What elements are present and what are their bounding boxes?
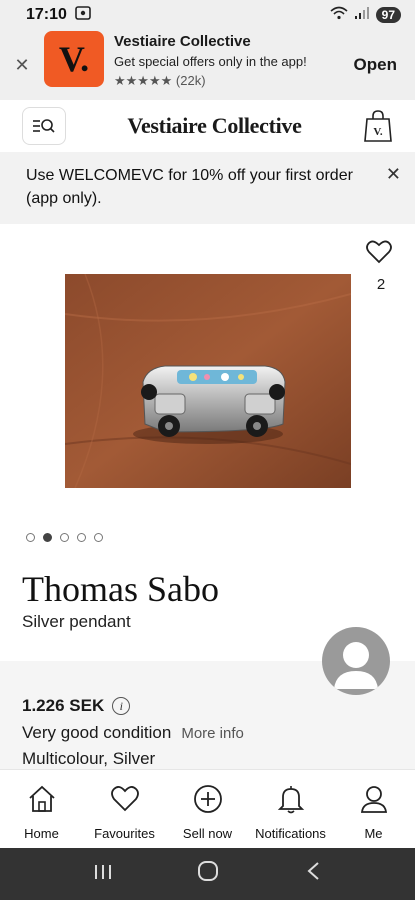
- more-info-link[interactable]: More info: [181, 725, 244, 742]
- nav-item-favourites[interactable]: Favourites: [83, 770, 166, 848]
- open-app-button[interactable]: Open: [354, 55, 397, 75]
- banner-title: Vestiaire Collective: [114, 33, 251, 50]
- user-avatar-icon: [334, 642, 378, 689]
- heart-icon: [110, 786, 139, 812]
- product-name: Silver pendant: [22, 612, 131, 631]
- bell-icon: [277, 786, 304, 814]
- product-colors: Multicolour, Silver: [22, 749, 156, 768]
- favourite-button[interactable]: [366, 240, 396, 266]
- status-bar: 17:10 97: [0, 0, 415, 30]
- site-header: Vestiaire Collective V.: [0, 100, 415, 152]
- status-time: 17:10: [26, 6, 67, 23]
- nav-label-me: Me: [364, 826, 383, 841]
- product-image[interactable]: [65, 274, 351, 488]
- bottom-navigation: Home Favourites Sell now Notifications M…: [0, 769, 415, 848]
- home-icon: [28, 785, 55, 812]
- carousel-dot[interactable]: [26, 533, 35, 542]
- back-icon[interactable]: [293, 861, 333, 887]
- menu-search-icon: [33, 119, 55, 133]
- carousel-dot[interactable]: [94, 533, 103, 542]
- star-rating-icons: ★★★★★: [114, 73, 173, 88]
- nav-label-notifications: Notifications: [255, 826, 326, 841]
- nav-item-home[interactable]: Home: [0, 770, 83, 848]
- product-condition: Very good condition: [22, 723, 172, 742]
- carousel-dot[interactable]: [43, 533, 52, 542]
- avatar[interactable]: [322, 627, 390, 695]
- shopping-bag-button[interactable]: V.: [363, 109, 393, 143]
- review-count: (22k): [175, 73, 206, 88]
- carousel-dot[interactable]: [60, 533, 69, 542]
- banner-subtitle: Get special offers only in the app!: [114, 54, 307, 69]
- heart-icon: [366, 240, 392, 264]
- favourite-count: 2: [376, 276, 386, 293]
- banner-close-icon[interactable]: ✕: [0, 55, 44, 76]
- nav-label-favourites: Favourites: [94, 826, 155, 841]
- recent-apps-icon[interactable]: [83, 861, 123, 887]
- info-icon[interactable]: i: [112, 697, 131, 715]
- bag-logo-letter: V.: [373, 126, 383, 138]
- shopping-bag-icon: V.: [364, 110, 392, 142]
- price-row: 1.226 SEK i: [22, 696, 131, 716]
- banner-text: Vestiaire Collective Get special offers …: [114, 33, 354, 89]
- carousel-dot[interactable]: [77, 533, 86, 542]
- nav-item-notifications[interactable]: Notifications: [249, 770, 332, 848]
- menu-search-button[interactable]: [22, 107, 66, 145]
- promo-banner: Use WELCOMEVC for 10% off your first ord…: [0, 152, 415, 224]
- image-carousel-dots[interactable]: [26, 533, 103, 542]
- app-install-banner: ✕ V. Vestiaire Collective Get special of…: [0, 30, 415, 100]
- plus-circle-icon: [193, 785, 222, 813]
- system-navigation-bar: [0, 848, 415, 900]
- screenshot-icon: [75, 5, 91, 25]
- nav-label-sell-now: Sell now: [182, 826, 233, 841]
- signal-icon: [354, 6, 370, 25]
- product-price: 1.226 SEK: [22, 696, 105, 715]
- battery-indicator: 97: [375, 7, 401, 23]
- promo-close-icon[interactable]: ✕: [386, 164, 401, 185]
- user-icon: [360, 786, 387, 813]
- app-logo: V.: [44, 31, 104, 87]
- wifi-icon: [330, 6, 348, 25]
- promo-text: Use WELCOMEVC for 10% off your first ord…: [26, 167, 353, 207]
- brand-logo[interactable]: Vestiaire Collective: [66, 113, 363, 139]
- banner-rating: ★★★★★ (22k): [114, 73, 354, 89]
- condition-row: Very good condition More info: [22, 723, 244, 743]
- nav-item-me[interactable]: Me: [332, 770, 415, 848]
- home-system-icon[interactable]: [188, 860, 228, 888]
- product-brand[interactable]: Thomas Sabo: [22, 568, 219, 610]
- nav-item-sell-now[interactable]: Sell now: [166, 770, 249, 848]
- nav-label-home: Home: [24, 826, 59, 841]
